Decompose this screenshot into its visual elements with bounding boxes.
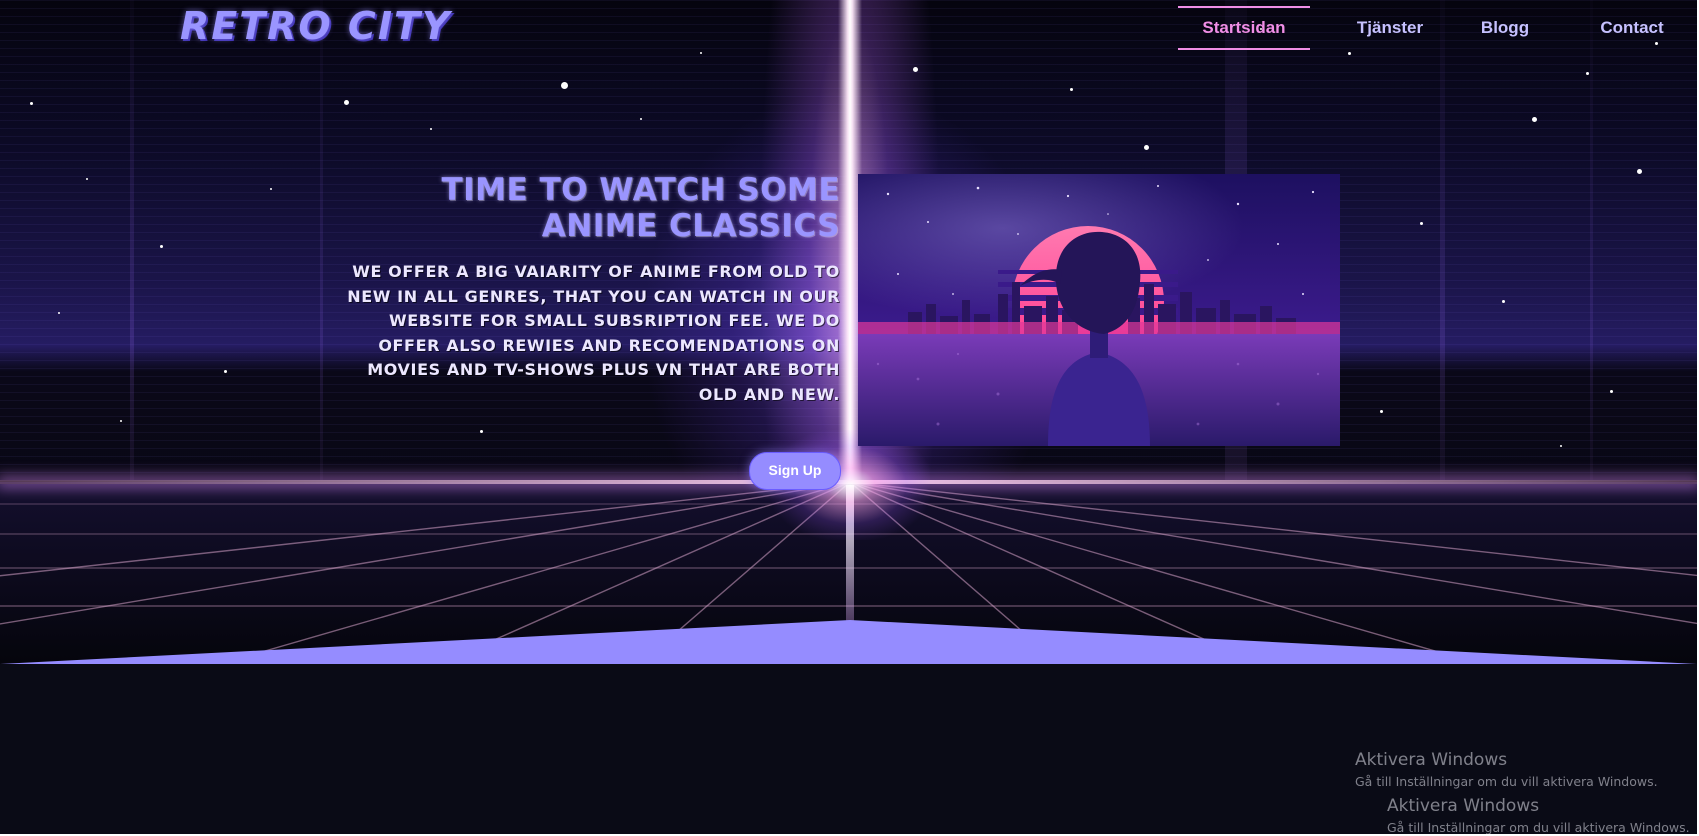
star: [1380, 410, 1383, 413]
nav-item-startsidan[interactable]: Startsidan: [1178, 6, 1310, 50]
star: [1610, 390, 1613, 393]
nav-item-blogg[interactable]: Blogg: [1472, 6, 1538, 50]
star: [1637, 169, 1642, 174]
hero-title: Time to watch some anime classics: [441, 172, 840, 244]
star: [1502, 300, 1505, 303]
light-beam-right-b: [1440, 0, 1445, 480]
star: [1070, 88, 1073, 91]
light-beam-left-inner: [320, 0, 323, 480]
star: [270, 188, 272, 190]
star: [640, 118, 642, 120]
activate-windows-subtitle: Gå till Inställningar om du vill aktiver…: [1355, 774, 1658, 789]
floor-edge-shape: [0, 620, 1697, 664]
star: [344, 100, 349, 105]
star: [160, 245, 163, 248]
hero-image: [858, 174, 1340, 446]
site-logo[interactable]: RETRO CITY: [180, 4, 451, 48]
page: RETRO CITY Startsidan Tjänster Blogg Con…: [0, 0, 1697, 834]
star: [1348, 52, 1351, 55]
star: [1420, 222, 1423, 225]
star: [224, 370, 227, 373]
star: [913, 67, 918, 72]
browser-viewport: RETRO CITY Startsidan Tjänster Blogg Con…: [0, 0, 1699, 836]
light-beam-left: [130, 0, 134, 480]
star: [1560, 445, 1562, 447]
activate-windows-title: Aktivera Windows: [1355, 750, 1508, 770]
sign-up-button[interactable]: Sign Up: [749, 452, 841, 490]
star: [700, 52, 702, 54]
activate-windows-subtitle-duplicate: Gå till Inställningar om du vill aktiver…: [1387, 820, 1690, 834]
hero-description: We offer a big vaiarity of anime from ol…: [347, 262, 840, 404]
star: [1532, 117, 1537, 122]
anime-girl-sunset-icon: [858, 174, 1340, 446]
star: [1586, 72, 1589, 75]
star: [120, 420, 122, 422]
hero-background: [0, 0, 1697, 664]
activate-windows-title-duplicate: Aktivera Windows: [1387, 796, 1540, 816]
star: [430, 128, 432, 130]
star: [1144, 145, 1149, 150]
nav-item-contact[interactable]: Contact: [1587, 6, 1677, 50]
nav-item-tjanster[interactable]: Tjänster: [1345, 6, 1435, 50]
star: [86, 178, 88, 180]
star: [480, 430, 483, 433]
star: [30, 102, 33, 105]
star: [561, 82, 568, 89]
light-beam-right-c: [1590, 0, 1593, 480]
star: [58, 312, 60, 314]
